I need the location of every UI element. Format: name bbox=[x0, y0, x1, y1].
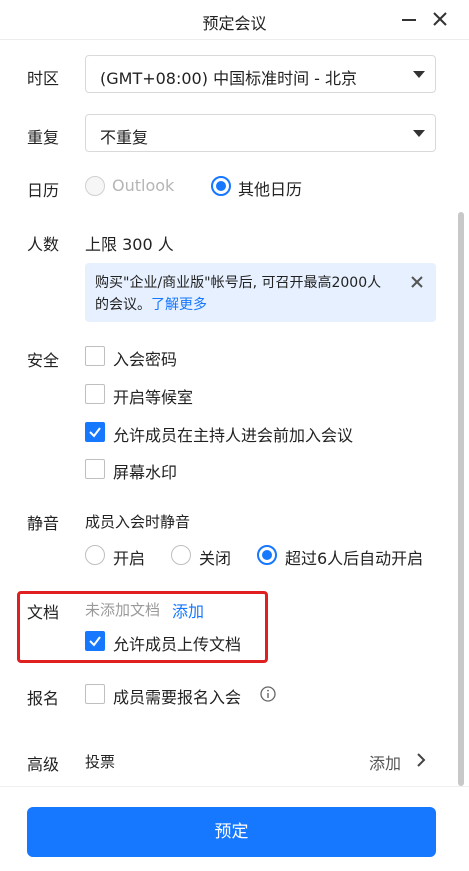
timezone-select[interactable]: (GMT+08:00) 中国标准时间 - 北京 bbox=[85, 55, 436, 93]
participants-label: 人数 bbox=[27, 235, 60, 254]
learn-more-link[interactable]: 了解更多 bbox=[151, 297, 207, 313]
waiting-room-checkbox[interactable] bbox=[85, 384, 105, 404]
repeat-select[interactable]: 不重复 bbox=[85, 114, 436, 152]
close-notice-icon[interactable] bbox=[410, 275, 424, 289]
mute-off-radio[interactable] bbox=[171, 545, 191, 565]
upgrade-notice: 购买"企业/商业版"帐号后, 可召开最高2000人 的会议。了解更多 bbox=[85, 263, 436, 322]
registration-checkbox[interactable] bbox=[85, 684, 105, 704]
chevron-right-icon[interactable] bbox=[415, 752, 427, 768]
mute-subtitle: 成员入会时静音 bbox=[85, 513, 191, 531]
documents-highlight-box bbox=[17, 591, 268, 663]
mute-auto-radio[interactable] bbox=[257, 545, 277, 565]
waiting-room-option-label: 开启等候室 bbox=[113, 388, 194, 407]
submit-button[interactable]: 预定 bbox=[27, 807, 436, 857]
notice-text-line2: 的会议。了解更多 bbox=[95, 294, 207, 314]
password-checkbox[interactable] bbox=[85, 346, 105, 366]
window-title: 预定会议 bbox=[202, 14, 267, 33]
advanced-label: 高级 bbox=[27, 755, 60, 774]
footer-divider bbox=[0, 786, 469, 787]
timezone-value: (GMT+08:00) 中国标准时间 - 北京 bbox=[100, 69, 358, 88]
join-before-host-option-label: 允许成员在主持人进会前加入会议 bbox=[113, 426, 354, 445]
calendar-other-radio[interactable] bbox=[211, 176, 231, 196]
advanced-add-link[interactable]: 添加 bbox=[369, 750, 401, 774]
minimize-icon[interactable] bbox=[402, 19, 416, 21]
calendar-other-label: 其他日历 bbox=[238, 180, 303, 199]
password-option-label: 入会密码 bbox=[113, 350, 178, 369]
mute-auto-label: 超过6人后自动开启 bbox=[285, 549, 424, 568]
timezone-label: 时区 bbox=[27, 69, 60, 88]
repeat-label: 重复 bbox=[27, 128, 60, 147]
mute-label: 静音 bbox=[27, 514, 60, 533]
repeat-value: 不重复 bbox=[100, 128, 149, 147]
registration-label: 报名 bbox=[27, 689, 60, 708]
security-label: 安全 bbox=[27, 351, 60, 370]
participants-limit: 上限 300 人 bbox=[85, 235, 174, 254]
notice-text-line1: 购买"企业/商业版"帐号后, 可召开最高2000人 bbox=[95, 275, 382, 291]
mute-on-label: 开启 bbox=[113, 549, 146, 568]
caret-down-icon bbox=[413, 71, 425, 78]
check-icon bbox=[89, 427, 101, 438]
join-before-host-checkbox[interactable] bbox=[85, 422, 105, 442]
mute-off-label: 关闭 bbox=[199, 549, 232, 568]
registration-option-label: 成员需要报名入会 bbox=[113, 688, 242, 707]
info-icon[interactable] bbox=[260, 686, 276, 702]
calendar-outlook-label: Outlook bbox=[112, 176, 175, 195]
notice-text-tail: 的会议。 bbox=[95, 297, 151, 313]
title-bar: 预定会议 bbox=[0, 0, 469, 40]
calendar-outlook-radio[interactable] bbox=[85, 176, 105, 196]
caret-down-icon bbox=[413, 130, 425, 137]
scrollbar-thumb[interactable] bbox=[458, 212, 464, 786]
watermark-option-label: 屏幕水印 bbox=[113, 463, 178, 482]
advanced-poll-label: 投票 bbox=[85, 753, 116, 771]
watermark-checkbox[interactable] bbox=[85, 459, 105, 479]
mute-on-radio[interactable] bbox=[85, 545, 105, 565]
calendar-label: 日历 bbox=[27, 181, 60, 200]
close-icon[interactable] bbox=[431, 10, 449, 28]
